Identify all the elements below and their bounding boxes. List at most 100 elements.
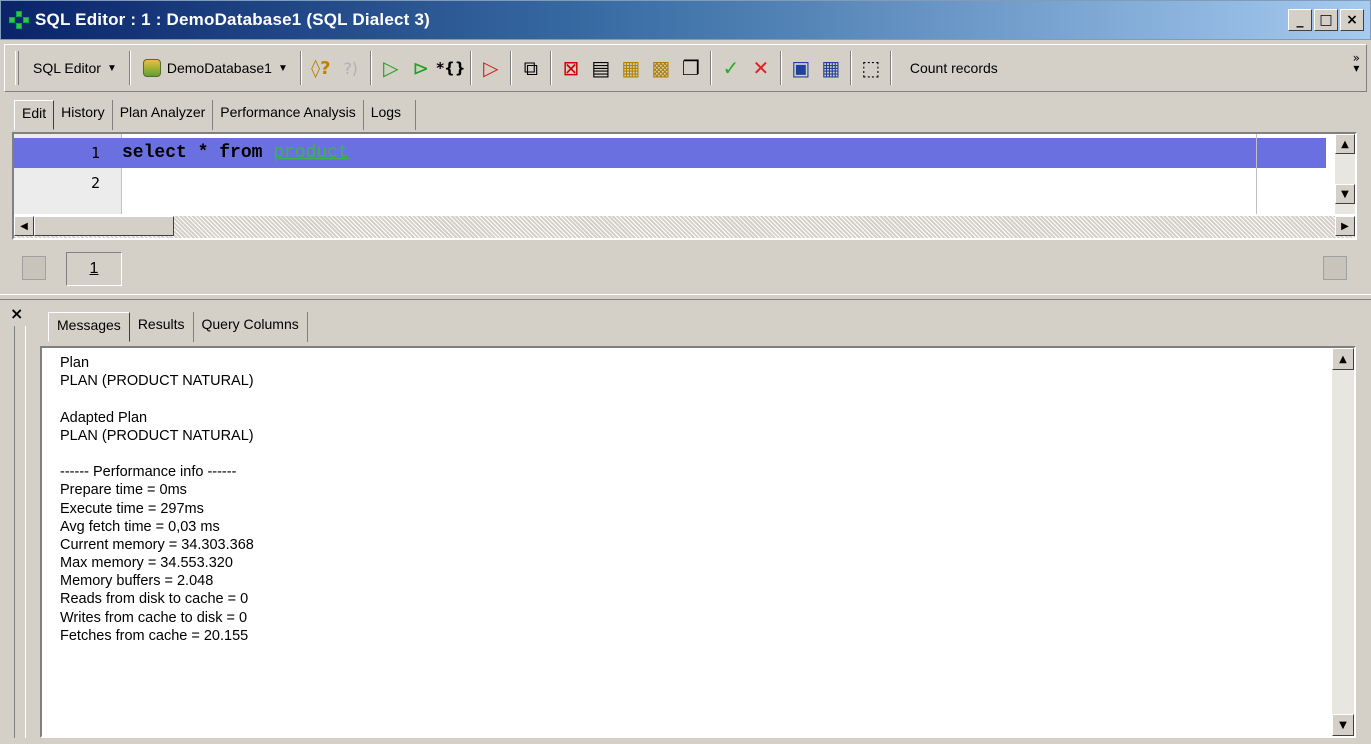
tab-label: Messages	[57, 317, 121, 333]
query-parameters-icon[interactable]: ◊?	[306, 51, 336, 85]
database-dropdown[interactable]: DemoDatabase1 ▼	[135, 51, 296, 85]
tab-results[interactable]: Results	[130, 312, 194, 342]
editor-vertical-scrollbar[interactable]: ▲ ▼	[1335, 134, 1355, 214]
page-button[interactable]: 1	[66, 252, 122, 286]
sql-editor-dropdown[interactable]: SQL Editor ▼	[25, 51, 125, 85]
separator	[299, 51, 302, 85]
panel-splitter[interactable]	[0, 294, 1371, 300]
message-line	[60, 445, 254, 463]
tab-performance-analysis[interactable]: Performance Analysis	[213, 100, 364, 130]
scroll-thumb[interactable]	[34, 216, 174, 236]
copy-icon[interactable]: ▤	[586, 51, 616, 85]
sql-editor-label: SQL Editor	[33, 60, 101, 76]
separator	[889, 51, 892, 85]
messages-vertical-scrollbar[interactable]: ▲ ▼	[1332, 348, 1354, 736]
fetch-all-icon[interactable]: ⬚	[856, 51, 886, 85]
tab-edit[interactable]: Edit	[14, 100, 55, 130]
database-label: DemoDatabase1	[166, 60, 272, 76]
maximize-button[interactable]: □	[1314, 9, 1338, 31]
paste-special-icon[interactable]: ▩	[646, 51, 676, 85]
tab-query-columns[interactable]: Query Columns	[194, 312, 308, 342]
message-lines: Plan PLAN (PRODUCT NATURAL) Adapted Plan…	[60, 354, 254, 645]
execute-script-icon[interactable]: ⊳	[406, 51, 436, 85]
scroll-up-icon[interactable]: ▲	[1332, 348, 1354, 370]
execute-block-icon[interactable]: *{}	[436, 51, 466, 85]
message-line: ------ Performance info ------	[60, 464, 237, 481]
execute-step-icon[interactable]: ▷	[476, 51, 506, 85]
database-icon	[142, 59, 161, 77]
message-line: Max memory = 34.553.320	[60, 555, 233, 572]
next-page-icon[interactable]	[1323, 256, 1347, 280]
editor-line[interactable]: 1 select * from product	[14, 138, 1326, 168]
results-tabs: Messages Results Query Columns	[48, 312, 308, 342]
separator	[469, 51, 472, 85]
title-bar: SQL Editor : 1 : DemoDatabase1 (SQL Dial…	[0, 0, 1371, 40]
table-name: product	[273, 143, 349, 163]
tab-messages[interactable]: Messages	[48, 312, 130, 342]
count-records-button[interactable]: Count records	[896, 60, 1012, 76]
separator	[779, 51, 782, 85]
scroll-left-icon[interactable]: ◀	[14, 216, 34, 236]
line-number: 2	[90, 174, 100, 192]
scroll-down-icon[interactable]: ▼	[1335, 184, 1355, 204]
tab-label: Results	[137, 316, 185, 332]
app-icon	[7, 8, 31, 32]
message-line: Current memory = 34.303.368	[60, 536, 254, 553]
toolbar-overflow-icon[interactable]: » ▾	[1353, 52, 1360, 74]
separator	[509, 51, 512, 85]
message-line: Avg fetch time = 0,03 ms	[60, 518, 220, 535]
message-line: PLAN (PRODUCT NATURAL)	[60, 373, 254, 390]
disabled-help-icon: ?⟩	[343, 58, 359, 78]
messages-panel[interactable]: Plan PLAN (PRODUCT NATURAL) Adapted Plan…	[40, 346, 1356, 738]
tab-history[interactable]: History	[54, 100, 113, 130]
right-margin-line	[1256, 134, 1257, 214]
tab-label: History	[61, 104, 105, 120]
message-line	[60, 390, 254, 408]
close-button[interactable]: ×	[1340, 9, 1364, 31]
line-number: 1	[90, 144, 100, 162]
separator	[549, 51, 552, 85]
tab-label: Logs	[370, 104, 402, 120]
rollback-icon[interactable]: ✕	[746, 51, 776, 85]
page-strip: 1	[12, 246, 1357, 292]
tab-label: Performance Analysis	[220, 104, 356, 120]
chevron-down-icon: ▼	[106, 62, 117, 74]
tab-plan-analyzer[interactable]: Plan Analyzer	[113, 100, 214, 130]
message-line: Prepare time = 0ms	[60, 482, 187, 499]
toolbar-grip[interactable]	[15, 51, 19, 85]
scroll-right-icon[interactable]: ▶	[1335, 216, 1355, 236]
message-line: Writes from cache to disk = 0	[60, 609, 248, 626]
tab-label: Edit	[22, 105, 47, 121]
window-title: SQL Editor : 1 : DemoDatabase1 (SQL Dial…	[35, 10, 430, 29]
message-line: Adapted Plan	[60, 409, 148, 426]
panel-grip[interactable]	[14, 326, 26, 738]
tab-logs[interactable]: Logs	[364, 100, 417, 130]
calendar-grid-icon[interactable]: ▦	[816, 51, 846, 85]
toolbar: SQL Editor ▼ DemoDatabase1 ▼ ◊? ?⟩ ▷ ⊳ *…	[4, 44, 1367, 92]
clear-icon[interactable]: ⊠	[556, 51, 586, 85]
duplicate-icon[interactable]: ❐	[676, 51, 706, 85]
previous-page-icon[interactable]	[22, 256, 46, 280]
editor-horizontal-scrollbar[interactable]: ◀ ▶	[14, 216, 1355, 238]
execute-icon[interactable]: ▷	[376, 51, 406, 85]
close-panel-icon[interactable]: ×	[10, 304, 23, 323]
message-line: Reads from disk to cache = 0	[60, 591, 249, 608]
separator	[128, 51, 131, 85]
scroll-down-icon[interactable]: ▼	[1332, 714, 1354, 736]
chevron-down-icon: ▼	[277, 62, 288, 74]
grid-view-icon[interactable]: ▣	[786, 51, 816, 85]
commit-icon[interactable]: ✓	[716, 51, 746, 85]
editor-line[interactable]: 2	[14, 168, 1326, 198]
code-text: select * from product	[114, 143, 349, 163]
scroll-up-icon[interactable]: ▲	[1335, 134, 1355, 154]
sql-editor[interactable]: 1 select * from product 2 ▲ ▼ ◀ ▶	[12, 132, 1357, 240]
tab-label: Query Columns	[201, 316, 299, 332]
message-line: PLAN (PRODUCT NATURAL)	[60, 427, 254, 444]
message-line: Fetches from cache = 20.155	[60, 627, 249, 644]
minimize-button[interactable]: _	[1288, 9, 1312, 31]
message-line: Memory buffers = 2.048	[60, 573, 214, 590]
message-line: Plan	[60, 355, 90, 371]
paste-icon[interactable]: ▦	[616, 51, 646, 85]
separator	[709, 51, 712, 85]
prepare-icon[interactable]: ⧉	[516, 51, 546, 85]
